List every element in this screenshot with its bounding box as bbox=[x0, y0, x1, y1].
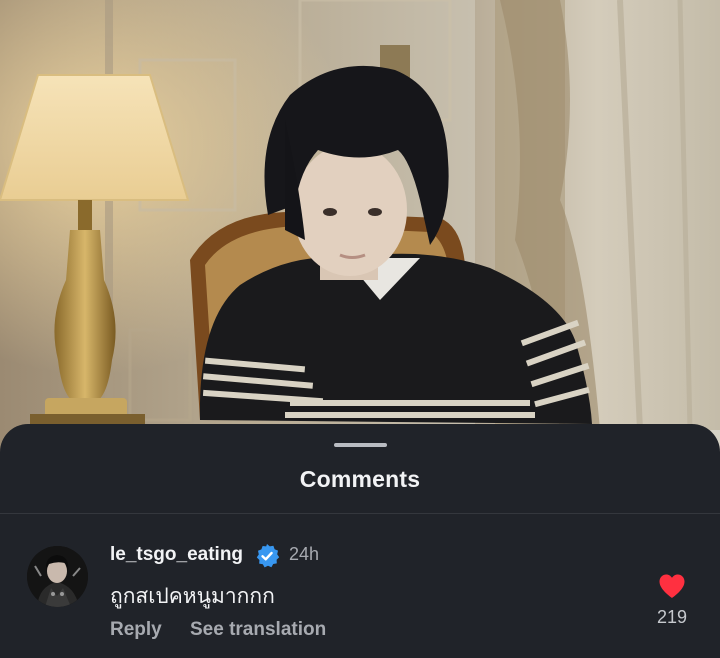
comment-text: ถูกสเปคหนูมากกก bbox=[110, 585, 275, 608]
verified-badge-icon bbox=[254, 543, 280, 569]
comment-username[interactable]: le_tsgo_eating bbox=[110, 544, 243, 566]
see-translation-button[interactable]: See translation bbox=[190, 619, 326, 641]
comment-timestamp: 24h bbox=[289, 544, 320, 564]
comments-sheet: Comments le_tsgo_eating 24h ถูกสเปคหนูมา… bbox=[0, 424, 720, 658]
sheet-title: Comments bbox=[299, 466, 421, 492]
drag-handle[interactable] bbox=[334, 443, 387, 447]
reply-button[interactable]: Reply bbox=[110, 619, 162, 641]
heart-icon[interactable] bbox=[658, 573, 686, 599]
avatar[interactable] bbox=[27, 546, 88, 607]
like-count: 219 bbox=[656, 607, 688, 627]
comment-item: le_tsgo_eating 24h ถูกสเปคหนูมากกก Reply… bbox=[0, 514, 720, 658]
